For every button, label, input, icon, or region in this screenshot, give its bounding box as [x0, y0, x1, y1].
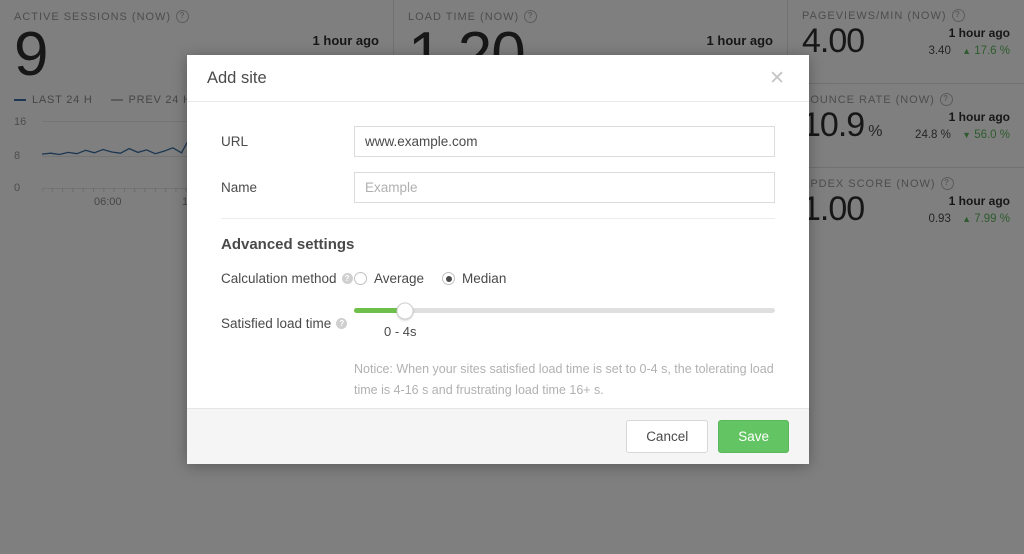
radio-option-median[interactable]: Median — [442, 271, 506, 286]
calculation-method-label: Calculation method ? — [221, 271, 354, 286]
url-input[interactable] — [354, 126, 775, 157]
field-row-name: Name — [221, 172, 775, 203]
satisfied-load-time-row: Satisfied load time ? 0 - 4s — [221, 302, 775, 339]
save-button[interactable]: Save — [718, 420, 789, 453]
calculation-method-row: Calculation method ? Average Median — [221, 271, 775, 286]
field-row-url: URL — [221, 126, 775, 157]
radio-option-average[interactable]: Average — [354, 271, 424, 286]
slider-track[interactable] — [354, 302, 775, 319]
radio-label: Average — [374, 271, 425, 286]
dialog-footer: Cancel Save — [187, 408, 809, 464]
section-divider — [221, 218, 775, 219]
url-label: URL — [221, 134, 249, 149]
satisfied-load-time-label: Satisfied load time ? — [221, 316, 354, 331]
dialog-body: URL Name Advanced settings Calculation m… — [187, 102, 809, 408]
radio-icon[interactable] — [354, 272, 367, 285]
name-input[interactable] — [354, 172, 775, 203]
slider-thumb[interactable] — [396, 302, 414, 319]
radio-label: Median — [462, 271, 507, 286]
radio-icon-selected[interactable] — [442, 272, 456, 285]
advanced-settings-heading: Advanced settings — [221, 236, 355, 253]
add-site-dialog: Add site ✕ URL Name Advanced settings Ca… — [187, 55, 809, 464]
help-icon[interactable]: ? — [336, 318, 348, 329]
cancel-button[interactable]: Cancel — [626, 420, 709, 453]
dialog-header: Add site ✕ — [187, 55, 809, 102]
name-label: Name — [221, 180, 258, 195]
slider-value-label: 0 - 4s — [384, 324, 417, 339]
dialog-title: Add site — [207, 68, 267, 87]
help-icon[interactable]: ? — [341, 273, 353, 284]
screen: ACTIVE SESSIONS (NOW) ? 9 1 hour ago 12 … — [0, 0, 1024, 554]
satisfied-load-time-slider[interactable]: 0 - 4s — [354, 302, 775, 339]
satisfied-load-time-notice: Notice: When your sites satisfied load t… — [354, 362, 774, 397]
close-icon[interactable]: ✕ — [765, 67, 789, 90]
calculation-method-options: Average Median — [354, 271, 506, 286]
